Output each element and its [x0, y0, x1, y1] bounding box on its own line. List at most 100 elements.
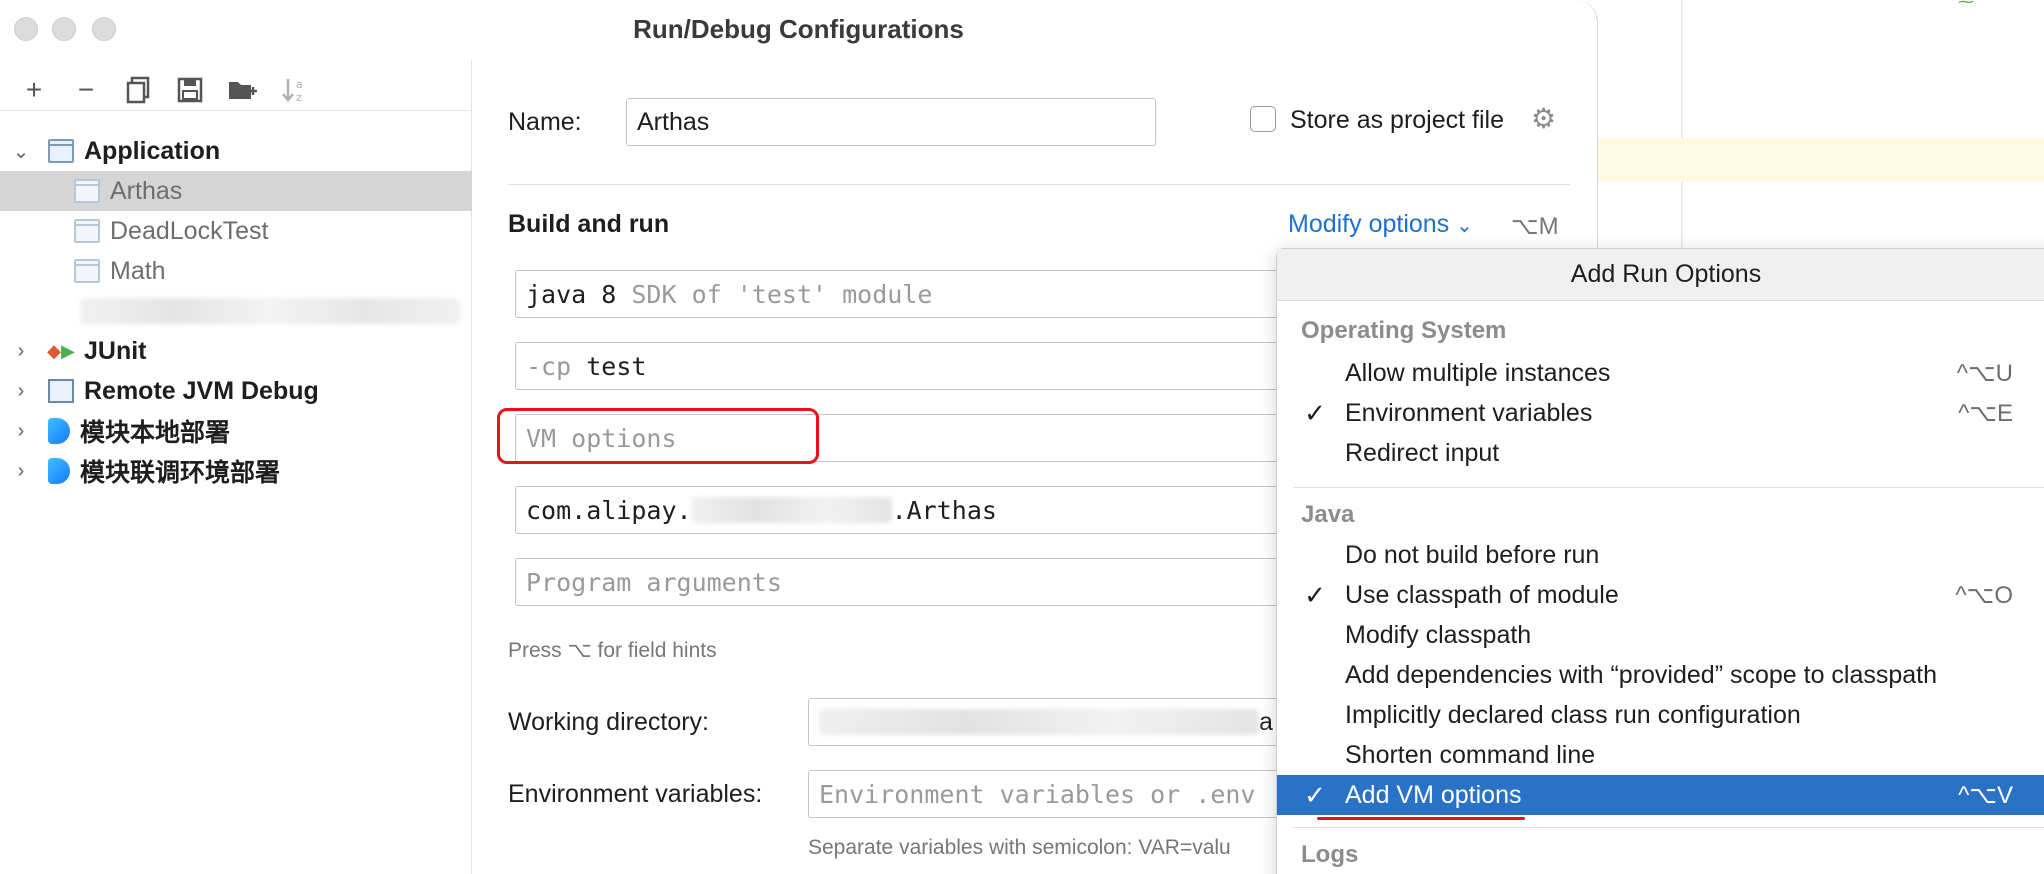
option-redirect-input[interactable]: Redirect input	[1277, 433, 2044, 473]
svg-text:a: a	[296, 78, 303, 91]
add-configuration-button[interactable]: +	[8, 68, 60, 112]
program-arguments-input[interactable]: Program arguments	[515, 558, 1375, 606]
name-input[interactable]: Arthas	[626, 98, 1156, 146]
gear-icon[interactable]: ⚙	[1531, 102, 1556, 135]
inspection-mark-icon: ⁓	[1958, 0, 1974, 11]
deploy-plugin-icon	[48, 458, 70, 484]
copy-icon	[126, 76, 150, 104]
tree-node-deadlocktest[interactable]: DeadLockTest	[0, 211, 472, 251]
title-bar: Run/Debug Configurations	[0, 0, 1597, 60]
redacted-package	[691, 497, 892, 523]
new-folder-button[interactable]	[216, 68, 268, 112]
option-label: Add VM options	[1345, 780, 1522, 809]
tree-label-deadlocktest: DeadLockTest	[110, 216, 269, 245]
option-shortcut: ^⌥V	[1958, 781, 2013, 809]
working-directory-label: Working directory:	[508, 708, 709, 736]
redacted-working-directory	[819, 709, 1259, 735]
junit-icon: ◆ ▶	[47, 340, 75, 361]
copy-configuration-button[interactable]	[112, 68, 164, 112]
main-class-suffix: .Arthas	[891, 495, 997, 525]
chevron-right-icon[interactable]: ›	[10, 340, 32, 363]
annotation-box-vm-options	[497, 408, 819, 464]
tree-node-arthas[interactable]: Arthas	[0, 171, 472, 211]
tree-node-math[interactable]: Math	[0, 251, 472, 291]
option-shorten-command-line[interactable]: Shorten command line	[1277, 735, 2044, 775]
remote-debug-icon	[48, 379, 74, 403]
configurations-sidebar: + − az ⌄ Application Arthas DeadLockTest…	[0, 60, 472, 874]
option-label: Modify classpath	[1345, 620, 1532, 649]
check-icon: ✓	[1304, 397, 1326, 428]
option-shortcut: ^⌥O	[1955, 581, 2013, 609]
popup-separator	[1293, 827, 2044, 828]
main-class-input[interactable]: com.alipay. .Arthas	[515, 486, 1375, 534]
save-configuration-button[interactable]	[164, 68, 216, 112]
store-as-project-file-label: Store as project file	[1290, 106, 1504, 134]
tree-node-junit[interactable]: › ◆ ▶ JUnit	[0, 331, 472, 371]
option-label: Add dependencies with “provided” scope t…	[1345, 660, 1938, 689]
modify-options-label: Modify options	[1288, 210, 1450, 238]
add-run-options-popup: Add Run Options Operating System Allow m…	[1276, 248, 2044, 874]
working-directory-trailing-text: a	[1259, 707, 1273, 736]
name-input-value: Arthas	[637, 107, 710, 136]
option-shortcut: ^⌥E	[1958, 399, 2013, 427]
field-hints-text: Press ⌥ for field hints	[508, 639, 717, 662]
option-label: Shorten command line	[1345, 740, 1596, 769]
chevron-right-icon[interactable]: ›	[10, 380, 32, 403]
chevron-down-icon: ⌄	[1456, 215, 1473, 237]
option-do-not-build-before-run[interactable]: Do not build before run	[1277, 535, 2044, 575]
option-add-provided-dependencies[interactable]: Add dependencies with “provided” scope t…	[1277, 655, 2044, 695]
option-modify-classpath[interactable]: Modify classpath	[1277, 615, 2044, 655]
form-separator	[508, 184, 1570, 185]
option-use-classpath-of-module[interactable]: ✓ Use classpath of module ^⌥O	[1277, 575, 2044, 615]
option-label: Do not build before run	[1345, 540, 1600, 569]
editor-highlighted-line	[1596, 138, 2044, 182]
option-label: Redirect input	[1345, 438, 1500, 467]
option-shortcut: ^⌥U	[1956, 359, 2013, 387]
group-java: Java	[1301, 501, 1355, 528]
deploy-plugin-icon	[48, 418, 70, 444]
option-label: Allow multiple instances	[1345, 358, 1611, 387]
sdk-selector[interactable]: java 8 SDK of 'test' module	[515, 270, 1375, 318]
tree-node-application[interactable]: ⌄ Application	[0, 131, 472, 171]
sort-configurations-button[interactable]: az	[268, 68, 320, 112]
dialog-title: Run/Debug Configurations	[633, 14, 964, 44]
svg-text:z: z	[296, 91, 302, 104]
tree-label-module-joint: 模块联调环境部署	[80, 459, 281, 487]
remove-configuration-button[interactable]: −	[60, 68, 112, 112]
option-add-vm-options[interactable]: ✓ Add VM options ^⌥V	[1277, 775, 2044, 815]
new-folder-icon	[229, 82, 257, 99]
option-environment-variables[interactable]: ✓ Environment variables ^⌥E	[1277, 393, 2044, 433]
modify-options-link[interactable]: Modify options ⌄	[1288, 210, 1473, 239]
tree-node-remote-jvm-debug[interactable]: › Remote JVM Debug	[0, 371, 472, 411]
tree-label-application: Application	[84, 136, 221, 165]
minus-icon: −	[77, 74, 95, 105]
classpath-module-selector[interactable]: -cp test	[515, 342, 1375, 390]
tree-label-junit: JUnit	[84, 336, 147, 365]
cp-value: test	[586, 351, 647, 381]
tree-node-module-joint[interactable]: › 模块联调环境部署	[0, 451, 472, 491]
tree-node-redacted[interactable]	[0, 291, 472, 331]
application-config-icon	[48, 139, 74, 163]
plus-icon: +	[25, 74, 43, 105]
group-operating-system: Operating System	[1301, 317, 1507, 344]
toolbar-separator	[0, 110, 472, 111]
name-label: Name:	[508, 108, 582, 136]
main-class-prefix: com.alipay.	[526, 495, 692, 525]
chevron-right-icon[interactable]: ›	[10, 420, 32, 443]
tree-node-module-local[interactable]: › 模块本地部署	[0, 411, 472, 451]
chevron-down-icon[interactable]: ⌄	[10, 139, 32, 164]
tree-label-remote-jvm-debug: Remote JVM Debug	[84, 376, 319, 405]
store-as-project-file-checkbox[interactable]	[1250, 106, 1276, 132]
chevron-right-icon[interactable]: ›	[10, 460, 32, 483]
sdk-value: java 8	[526, 279, 617, 309]
tree-label-math: Math	[110, 256, 166, 285]
check-icon: ✓	[1304, 579, 1326, 610]
option-allow-multiple-instances[interactable]: Allow multiple instances ^⌥U	[1277, 353, 2044, 393]
annotation-underline-add-vm-options	[1317, 817, 1525, 820]
tree-label-module-local: 模块本地部署	[80, 419, 231, 447]
sidebar-toolbar: + − az	[8, 68, 320, 112]
option-implicitly-declared-class[interactable]: Implicitly declared class run configurat…	[1277, 695, 2044, 735]
check-icon: ✓	[1304, 779, 1326, 810]
application-config-icon	[74, 219, 100, 243]
environment-variables-label: Environment variables:	[508, 780, 763, 808]
